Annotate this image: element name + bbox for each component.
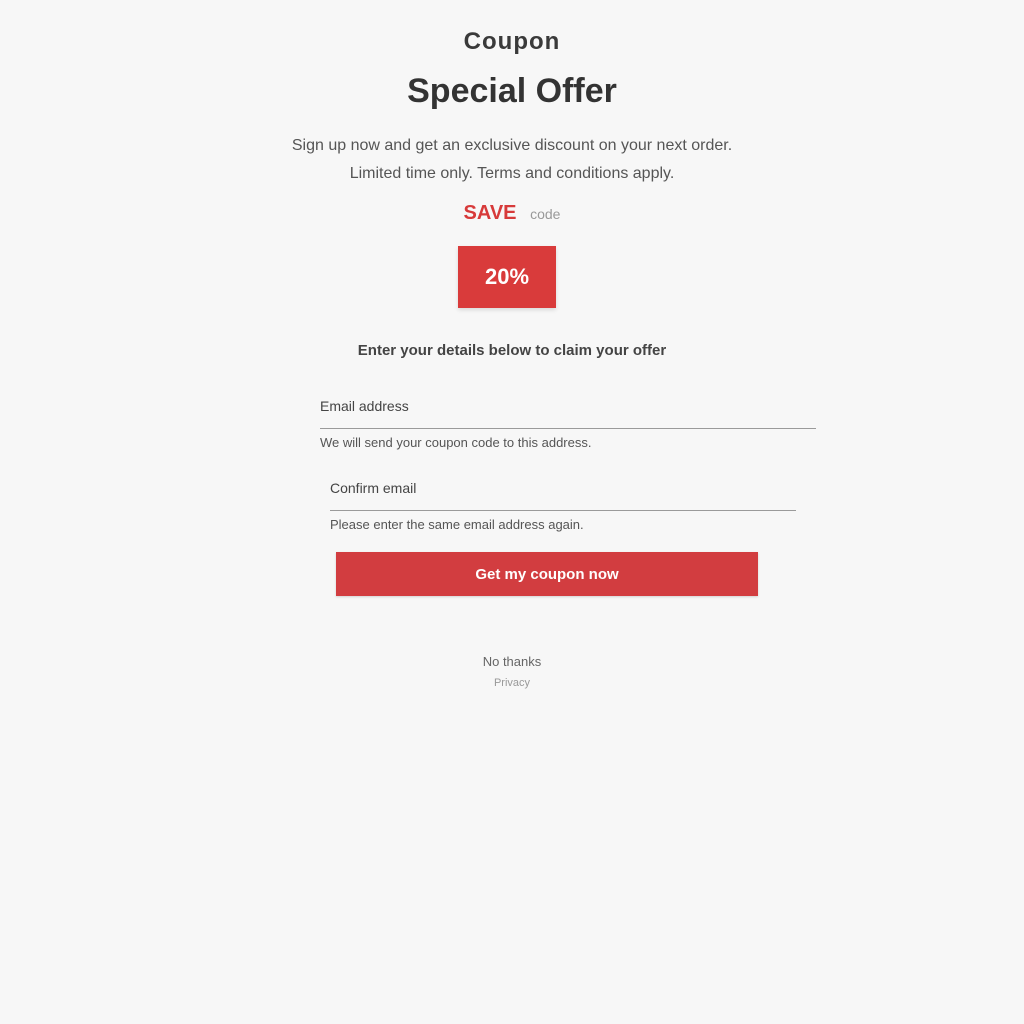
footer: No thanks Privacy xyxy=(0,654,1024,689)
discount-stamp-label: 20% xyxy=(484,264,530,289)
intro-line-1: Sign up now and get an exclusive discoun… xyxy=(291,137,733,154)
promo-code: SAVE xyxy=(463,202,517,224)
email-input[interactable] xyxy=(320,418,816,429)
email-field-hint: We will send your coupon code to this ad… xyxy=(320,435,592,450)
page-title: Special Offer xyxy=(407,72,617,110)
promo-line: SAVE code xyxy=(0,202,1024,225)
email-field-label: Email address xyxy=(320,398,409,414)
confirm-email-label: Confirm email xyxy=(330,480,417,496)
get-coupon-button[interactable]: Get my coupon now xyxy=(336,552,758,596)
form-subhead: Enter your details below to claim your o… xyxy=(357,342,667,359)
discount-stamp: 20% xyxy=(458,246,556,308)
intro-text: Sign up now and get an exclusive discoun… xyxy=(0,132,1024,188)
intro-line-2: Limited time only. Terms and conditions … xyxy=(349,165,675,182)
coupon-page: Coupon Special Offer Sign up now and get… xyxy=(0,0,1024,1024)
confirm-email-field[interactable]: Confirm email Please enter the same emai… xyxy=(330,480,796,532)
privacy-link[interactable]: Privacy xyxy=(0,677,1024,689)
promo-note: code xyxy=(530,206,561,222)
confirm-email-hint: Please enter the same email address agai… xyxy=(330,517,584,532)
eyebrow-label: Coupon xyxy=(463,28,561,55)
no-thanks-link[interactable]: No thanks xyxy=(0,654,1024,669)
email-field[interactable]: Email address We will send your coupon c… xyxy=(320,398,816,450)
confirm-email-input[interactable] xyxy=(330,500,796,511)
